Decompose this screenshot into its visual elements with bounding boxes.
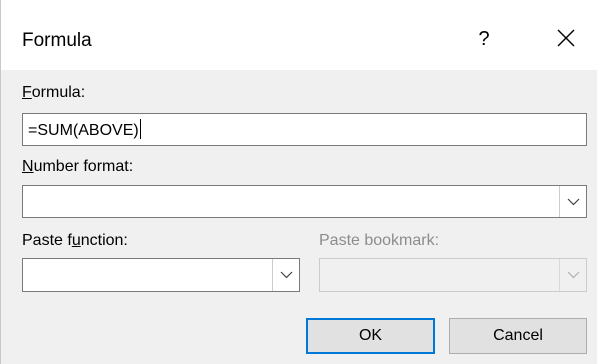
paste-function-label: Paste function: — [22, 232, 128, 250]
cancel-button[interactable]: Cancel — [449, 318, 587, 354]
paste-function-label-pre: Paste f — [22, 232, 72, 249]
paste-bookmark-label: Paste bookmark: — [319, 232, 440, 249]
formula-input-value: =SUM(ABOVE) — [28, 122, 139, 139]
text-caret — [139, 119, 141, 139]
paste-function-combo[interactable] — [22, 258, 300, 292]
dialog-title: Formula — [22, 30, 92, 51]
number-format-dropdown-button[interactable] — [559, 186, 586, 217]
formula-label-text: ormula: — [31, 84, 86, 101]
formula-label-hotkey: F — [22, 84, 32, 101]
chevron-down-icon — [280, 271, 293, 279]
number-format-label-text: umber format: — [33, 158, 134, 175]
help-button[interactable]: ? — [471, 23, 497, 55]
close-button[interactable] — [549, 21, 583, 55]
paste-function-label-hotkey: u — [71, 232, 81, 249]
paste-function-label-post: nction: — [80, 232, 128, 249]
formula-input[interactable]: =SUM(ABOVE) — [22, 113, 587, 146]
formula-dialog: Formula ? Formula: =SUM(ABOVE) Number fo… — [0, 0, 597, 364]
title-bar: Formula ? — [1, 0, 597, 70]
formula-label: Formula: — [22, 84, 85, 102]
close-icon — [557, 29, 575, 47]
chevron-down-icon — [567, 198, 580, 205]
paste-bookmark-combo — [319, 258, 587, 292]
chevron-down-icon — [567, 271, 580, 279]
number-format-combo[interactable] — [22, 185, 587, 218]
paste-bookmark-dropdown-button — [559, 259, 586, 291]
ok-button[interactable]: OK — [306, 318, 435, 354]
paste-function-dropdown-button[interactable] — [272, 259, 299, 291]
formula-input-value-wrap: =SUM(ABOVE) — [28, 119, 141, 140]
number-format-label-hotkey: N — [22, 158, 34, 175]
number-format-label: Number format: — [22, 158, 133, 176]
